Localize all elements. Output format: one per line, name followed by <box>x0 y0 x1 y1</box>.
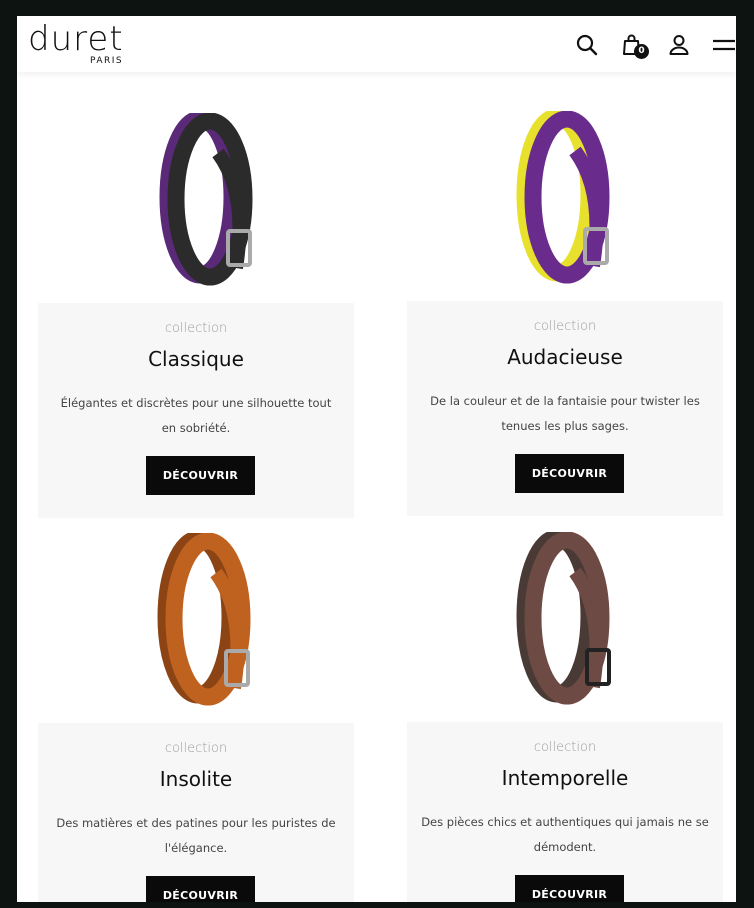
belt-image-intemporelle <box>516 532 611 705</box>
collection-description: Élégantes et discrètes pour une silhouet… <box>60 396 332 435</box>
collection-title: Intemporelle <box>501 766 629 790</box>
discover-button[interactable]: DÉCOUVRIR <box>515 875 624 902</box>
collection-card-insolite: collection Insolite Des matières et des … <box>38 533 354 902</box>
collection-info-panel: collection Classique Élégantes et discrè… <box>38 303 354 518</box>
discover-button[interactable]: DÉCOUVRIR <box>146 876 255 902</box>
collection-info-panel: collection Intemporelle Des pièces chics… <box>407 722 723 902</box>
cart-button[interactable]: 0 <box>620 32 649 59</box>
cart-count-badge: 0 <box>634 44 649 59</box>
account-icon[interactable] <box>666 32 692 58</box>
collection-title: Insolite <box>159 767 233 791</box>
collection-description: De la couleur et de la fantaisie pour tw… <box>430 394 700 433</box>
collection-info-panel: collection Insolite Des matières et des … <box>38 723 354 902</box>
menu-icon[interactable] <box>711 32 736 58</box>
collection-description: Des matières et des patines pour les pur… <box>56 816 336 855</box>
belt-image-audacieuse <box>516 111 610 284</box>
collection-label: collection <box>533 740 597 755</box>
collection-label: collection <box>164 321 228 336</box>
collection-info-panel: collection Audacieuse De la couleur et d… <box>407 301 723 516</box>
discover-button[interactable]: DÉCOUVRIR <box>515 454 624 493</box>
belt-image-insolite <box>157 533 251 706</box>
collection-card-audacieuse: collection Audacieuse De la couleur et d… <box>407 111 723 601</box>
collection-description: Des pièces chics et authentiques qui jam… <box>421 815 709 854</box>
page-frame: duret PARIS 0 collection Classique Éléga <box>17 16 736 902</box>
discover-button[interactable]: DÉCOUVRIR <box>146 456 255 495</box>
logo-wordmark: duret <box>28 19 124 59</box>
search-icon[interactable] <box>574 32 600 58</box>
belt-image-classique <box>159 113 253 286</box>
collection-label: collection <box>164 741 228 756</box>
site-header: duret PARIS 0 <box>17 16 736 72</box>
collection-title: Classique <box>148 347 244 371</box>
collection-card-intemporelle: collection Intemporelle Des pièces chics… <box>407 532 723 902</box>
brand-logo[interactable]: duret PARIS <box>28 19 124 66</box>
collection-card-classique: collection Classique Élégantes et discrè… <box>38 113 354 603</box>
logo-subtitle: PARIS <box>90 56 124 66</box>
collection-title: Audacieuse <box>507 345 623 369</box>
collection-label: collection <box>533 319 597 334</box>
